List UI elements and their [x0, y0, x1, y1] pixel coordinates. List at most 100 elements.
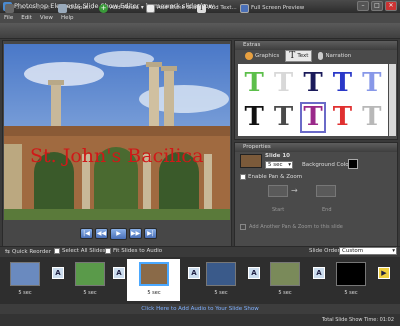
first-slide-button[interactable]: |◀	[80, 228, 93, 239]
text-style-swatch[interactable]: T	[359, 102, 385, 134]
background-color-label: Background Color	[302, 162, 351, 168]
background-color-swatch[interactable]	[348, 159, 358, 169]
tab-text-label: Text	[297, 53, 309, 59]
blank-slide-icon	[146, 3, 155, 13]
slide-thumb-1[interactable]	[10, 262, 40, 286]
text-style-swatch[interactable]: T	[329, 102, 355, 134]
tab-narration-label: Narration	[325, 53, 352, 59]
transition-icon[interactable]: A	[248, 267, 260, 279]
add-text-button[interactable]: T Add Text...	[197, 3, 237, 13]
slide-order-value: Custom	[342, 248, 364, 254]
extras-scrollbar[interactable]	[389, 64, 396, 136]
output-icon	[58, 3, 67, 13]
slide-thumb-3[interactable]	[139, 262, 169, 286]
transition-icon[interactable]: A	[313, 267, 325, 279]
quick-reorder-button[interactable]: ⇆ Quick Reorder	[5, 248, 51, 255]
menu-view[interactable]: View	[36, 13, 57, 23]
enable-pan-zoom-label: Enable Pan & Zoom	[248, 174, 303, 180]
slide-order-select[interactable]: Custom ▾	[339, 247, 397, 255]
text-style-swatch[interactable]: T	[241, 102, 267, 134]
maximize-button[interactable]: □	[371, 1, 383, 11]
last-slide-button[interactable]: ▶|	[144, 228, 157, 239]
slide-duration[interactable]: 5 sec	[336, 290, 366, 296]
slide-duration[interactable]: 5 sec	[206, 290, 236, 296]
monitor-icon	[240, 3, 249, 13]
menu-file[interactable]: File	[0, 13, 17, 23]
tab-graphics-label: Graphics	[255, 53, 280, 59]
slide-thumb-5[interactable]	[270, 262, 300, 286]
close-button[interactable]: ✕	[385, 1, 397, 11]
slide-thumb-6[interactable]	[336, 262, 366, 286]
extras-tabs: Graphics T Text Narration	[236, 50, 396, 63]
microphone-icon	[318, 52, 324, 60]
slide-duration[interactable]: 5 sec	[10, 290, 40, 296]
menu-edit[interactable]: Edit	[17, 13, 36, 23]
output-button[interactable]: Output...	[58, 3, 93, 13]
slide-thumb-2[interactable]	[75, 262, 105, 286]
play-button[interactable]: ▶	[110, 228, 127, 240]
extras-header[interactable]: Extras	[235, 41, 397, 50]
add-media-button[interactable]: + Add Media ▾	[99, 3, 144, 13]
previous-slide-button[interactable]: ◀◀	[95, 228, 108, 239]
start-label: Start	[272, 207, 285, 213]
slide-duration[interactable]: 5 sec	[139, 290, 169, 296]
add-blank-slide-label: Add Blank Slide	[157, 5, 200, 11]
duration-value: 5 sec	[268, 162, 283, 168]
fit-audio-icon	[105, 248, 111, 254]
playback-controls: |◀ ◀◀ ▶ ▶▶ ▶|	[80, 228, 157, 240]
plus-icon: +	[99, 3, 108, 13]
transition-icon[interactable]: A	[113, 267, 125, 279]
chevron-down-icon: ▾	[392, 248, 395, 254]
save-project-button[interactable]: Save Project	[5, 3, 50, 13]
pan-zoom-end-thumb[interactable]	[316, 185, 336, 197]
graphics-icon	[245, 52, 253, 60]
tab-text[interactable]: T Text	[285, 50, 313, 62]
text-style-swatch[interactable]: T	[270, 67, 296, 99]
slide-preview	[4, 44, 230, 220]
save-icon	[5, 3, 14, 13]
slide-duration[interactable]: 5 sec	[270, 290, 300, 296]
minimize-button[interactable]: –	[357, 1, 369, 11]
text-style-swatch[interactable]: T	[359, 67, 385, 99]
save-project-label: Save Project	[16, 5, 51, 11]
menu-bar: File Edit View Help	[0, 13, 400, 23]
select-all-slides-button[interactable]: Select All Slides	[54, 248, 106, 254]
add-blank-slide-button[interactable]: Add Blank Slide	[146, 3, 200, 13]
text-style-swatch[interactable]: T	[270, 102, 296, 134]
transition-icon[interactable]: A	[52, 267, 64, 279]
enable-pan-zoom-checkbox[interactable]	[240, 174, 246, 180]
full-screen-preview-label: Full Screen Preview	[251, 5, 305, 11]
slide-thumb-4[interactable]	[206, 262, 236, 286]
transition-icon[interactable]: ▶	[378, 267, 390, 279]
add-pan-zoom-button[interactable]: Add Another Pan & Zoom to this slide	[240, 224, 343, 230]
select-all-slides-label: Select All Slides	[62, 248, 106, 254]
slide-caption[interactable]: St. John's Bacilica	[30, 145, 203, 167]
text-style-swatch[interactable]: T	[329, 67, 355, 99]
duration-select[interactable]: 5 sec ▾	[265, 161, 293, 169]
text-style-swatch[interactable]: T	[300, 67, 326, 99]
add-text-label: Add Text...	[208, 5, 237, 11]
tab-narration[interactable]: Narration	[315, 50, 354, 62]
pan-zoom-start-thumb[interactable]	[268, 185, 288, 197]
text-style-grid: TTTTTTTTTT	[238, 64, 388, 136]
chevron-down-icon: ▾	[288, 162, 291, 168]
add-pan-zoom-label: Add Another Pan & Zoom to this slide	[249, 224, 343, 230]
menu-help[interactable]: Help	[57, 13, 78, 23]
toolbar	[0, 23, 400, 39]
add-audio-link[interactable]: Click Here to Add Audio to Your Slide Sh…	[0, 304, 400, 314]
arrow-right-icon: →	[291, 186, 298, 195]
fit-slides-to-audio-label: Fit Slides to Audio	[113, 248, 163, 254]
tab-graphics[interactable]: Graphics	[242, 50, 282, 62]
fit-slides-to-audio-button[interactable]: Fit Slides to Audio	[105, 248, 162, 254]
text-style-swatch[interactable]: T	[299, 101, 327, 133]
next-slide-button[interactable]: ▶▶	[129, 228, 142, 239]
text-style-swatch[interactable]: T	[241, 67, 267, 99]
transition-icon[interactable]: A	[188, 267, 200, 279]
properties-header[interactable]: Properties	[235, 143, 397, 152]
output-label: Output...	[69, 5, 94, 11]
slide-duration[interactable]: 5 sec	[75, 290, 105, 296]
end-label: End	[322, 207, 332, 213]
full-screen-preview-button[interactable]: Full Screen Preview	[240, 3, 304, 13]
select-all-icon	[54, 248, 60, 254]
ruins-photo	[4, 44, 230, 220]
